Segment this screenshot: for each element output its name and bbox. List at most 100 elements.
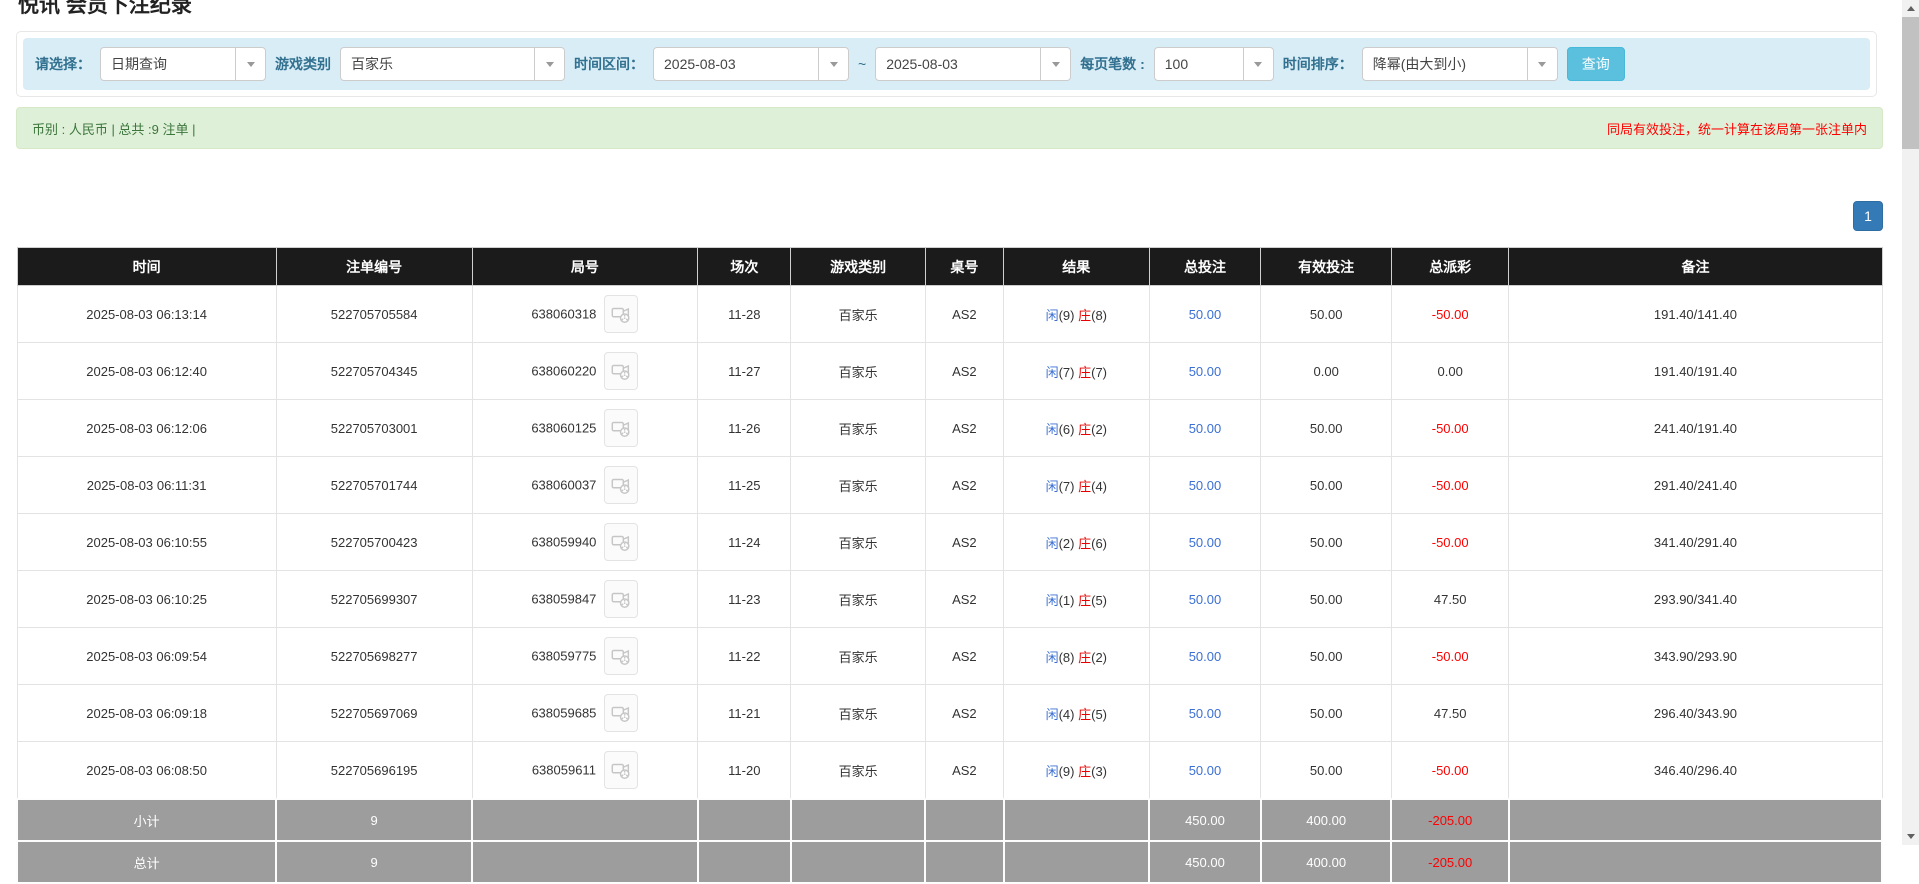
banker-result-points: (2) xyxy=(1091,649,1107,665)
page-size-select[interactable]: 100 xyxy=(1153,47,1274,81)
bet-id-cell: 522705698277 xyxy=(275,627,473,685)
table-id-cell: AS2 xyxy=(924,570,1005,628)
table-id-cell: AS2 xyxy=(924,741,1005,800)
page-title: 悦讯 会员下注纪录 xyxy=(18,0,192,17)
result-cell: 闲(6) 庄(2) xyxy=(1003,399,1150,457)
vertical-scrollbar[interactable] xyxy=(1902,0,1919,845)
summary-empty-cell xyxy=(1002,840,1151,884)
table-row: 2025-08-03 06:10:55 522705700423 638059940… xyxy=(16,513,1883,571)
game-type-cell: 百家乐 xyxy=(790,285,926,343)
round-cell: 638060125 xyxy=(471,399,699,457)
remark-cell: 291.40/241.40 xyxy=(1508,456,1883,514)
bet-id-cell: 522705699307 xyxy=(275,570,473,628)
banker-result-label: 庄 xyxy=(1078,307,1092,323)
time-cell: 2025-08-03 06:12:06 xyxy=(16,399,277,457)
result-cell: 闲(9) 庄(3) xyxy=(1003,741,1150,800)
player-result-label: 闲 xyxy=(1045,478,1059,494)
video-replay-button[interactable] xyxy=(604,409,639,447)
video-replay-button[interactable] xyxy=(604,637,639,675)
scroll-up-button[interactable] xyxy=(1902,0,1919,17)
bet-records-table: 时间 注单编号 局号 场次 游戏类别 桌号 结果 总投注 有效投注 总派彩 备注 2025-08-0… xyxy=(15,247,1884,884)
valid-bet-cell: 50.00 xyxy=(1260,684,1392,742)
banker-result-points: (6) xyxy=(1091,535,1107,551)
session-cell: 11-24 xyxy=(697,513,792,571)
session-cell: 11-21 xyxy=(697,684,792,742)
video-replay-button[interactable] xyxy=(604,694,639,732)
banker-result-points: (5) xyxy=(1091,706,1107,722)
time-sort-select[interactable]: 降幂(由大到小) xyxy=(1361,47,1558,81)
banker-result-label: 庄 xyxy=(1078,535,1092,551)
round-cell: 638059611 xyxy=(471,741,699,800)
table-id-cell: AS2 xyxy=(924,513,1005,571)
table-id-cell: AS2 xyxy=(924,684,1005,742)
video-replay-button[interactable] xyxy=(604,352,639,390)
video-replay-button[interactable] xyxy=(604,580,639,618)
game-type-select[interactable]: 百家乐 xyxy=(340,47,565,81)
bet-id-cell: 522705696195 xyxy=(275,741,473,800)
pagination: 1 xyxy=(16,201,1883,231)
video-replay-button[interactable] xyxy=(603,751,638,789)
banker-result-points: (8) xyxy=(1091,307,1107,323)
summary-empty-cell xyxy=(789,798,927,842)
video-replay-button[interactable] xyxy=(604,466,639,504)
time-sort-label: 时间排序： xyxy=(1282,56,1353,72)
scroll-down-button[interactable] xyxy=(1902,828,1919,845)
player-result-label: 闲 xyxy=(1045,364,1059,380)
session-cell: 11-25 xyxy=(697,456,792,514)
video-replay-button[interactable] xyxy=(604,295,639,333)
banker-result-points: (2) xyxy=(1091,421,1107,437)
session-cell: 11-23 xyxy=(697,570,792,628)
time-cell: 2025-08-03 06:10:25 xyxy=(16,570,277,628)
summary-empty-cell xyxy=(696,840,792,884)
round-number: 638060318 xyxy=(531,306,597,322)
total-row: 总计 9 450.00 400.00 -205.00 xyxy=(15,840,1884,884)
summary-payout-cell: -205.00 xyxy=(1390,840,1510,884)
valid-bet-cell: 50.00 xyxy=(1260,513,1392,571)
total-bet-cell: 50.00 xyxy=(1148,456,1262,514)
film-camera-icon xyxy=(611,421,630,437)
banker-result-points: (3) xyxy=(1091,763,1107,779)
bet-id-cell: 522705704345 xyxy=(275,342,473,400)
summary-count-cell: 9 xyxy=(275,798,474,842)
remark-cell: 341.40/291.40 xyxy=(1508,513,1883,571)
time-cell: 2025-08-03 06:11:31 xyxy=(16,456,277,514)
summary-empty-cell xyxy=(696,798,792,842)
table-row: 2025-08-03 06:11:31 522705701744 638060037… xyxy=(16,456,1883,514)
round-number: 638059775 xyxy=(531,648,597,664)
table-id-cell: AS2 xyxy=(924,285,1005,343)
remark-cell: 241.40/191.40 xyxy=(1508,399,1883,457)
banker-result-points: (5) xyxy=(1091,592,1107,608)
query-type-select[interactable]: 日期查询 xyxy=(100,47,266,81)
film-camera-icon xyxy=(611,649,630,665)
video-replay-button[interactable] xyxy=(604,523,639,561)
game-type-cell: 百家乐 xyxy=(790,342,926,400)
film-camera-icon xyxy=(611,364,630,380)
filter-panel: 请选择： 日期查询 游戏类别 百家乐 时间区间： 2025-08-03 ~ 20… xyxy=(16,31,1877,97)
scrollbar-thumb[interactable] xyxy=(1902,17,1919,149)
query-button[interactable]: 查询 xyxy=(1566,47,1625,81)
date-from-select[interactable]: 2025-08-03 xyxy=(653,47,849,81)
page-1-button[interactable]: 1 xyxy=(1853,201,1883,231)
remark-cell: 346.40/296.40 xyxy=(1508,741,1883,800)
round-number: 638059847 xyxy=(531,591,597,607)
banker-result-label: 庄 xyxy=(1078,592,1092,608)
session-cell: 11-22 xyxy=(697,627,792,685)
film-camera-icon xyxy=(611,535,630,551)
table-row: 2025-08-03 06:12:06 522705703001 638060125… xyxy=(16,399,1883,457)
player-result-points: (6) xyxy=(1058,421,1075,437)
player-result-label: 闲 xyxy=(1045,706,1059,722)
time-sort-value: 降幂(由大到小) xyxy=(1372,56,1467,72)
player-result-label: 闲 xyxy=(1045,763,1059,779)
caret-down-icon xyxy=(235,48,265,80)
game-type-label: 游戏类别 xyxy=(275,56,331,72)
summary-valid-bet-cell: 400.00 xyxy=(1259,840,1393,884)
column-header: 总投注 xyxy=(1148,247,1262,286)
result-cell: 闲(8) 庄(2) xyxy=(1003,627,1150,685)
summary-remark-cell xyxy=(1507,798,1884,842)
result-cell: 闲(7) 庄(7) xyxy=(1003,342,1150,400)
date-to-select[interactable]: 2025-08-03 xyxy=(875,47,1072,81)
player-result-points: (8) xyxy=(1058,649,1075,665)
valid-bet-cell: 0.00 xyxy=(1260,342,1392,400)
round-number: 638060220 xyxy=(531,363,597,379)
payout-cell: -50.00 xyxy=(1390,456,1510,514)
